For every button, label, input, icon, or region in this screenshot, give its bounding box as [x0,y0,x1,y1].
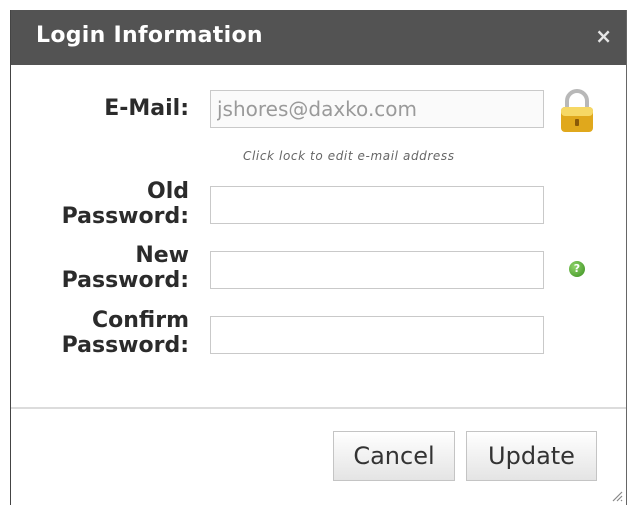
help-icon[interactable]: ? [569,261,585,277]
dialog-titlebar[interactable]: Login Information × [11,10,626,65]
close-icon[interactable]: × [595,24,612,48]
email-field[interactable] [210,90,544,128]
resize-handle[interactable] [611,490,623,502]
update-button[interactable]: Update [466,431,597,481]
new-password-label: New Password: [62,243,189,293]
confirm-password-field[interactable] [210,316,544,354]
new-password-label-line1: New [135,243,189,268]
confirm-password-label-line2: Password: [61,333,189,358]
old-password-label-line1: Old [147,179,189,204]
old-password-label: Old Password: [62,179,189,229]
old-password-label-line2: Password: [61,204,189,229]
padlock-icon[interactable] [557,88,597,134]
old-password-field[interactable] [210,186,544,224]
confirm-password-label-line1: Confirm [91,308,189,333]
lock-hint: Click lock to edit e-mail address [243,149,455,163]
new-password-field[interactable] [210,251,544,289]
footer-divider [11,407,626,409]
dialog-title: Login Information [36,23,263,48]
confirm-password-label: Confirm Password: [62,308,189,358]
cancel-button[interactable]: Cancel [333,431,455,481]
login-information-dialog: Login Information × E-Mail: Click lock t… [10,10,627,505]
new-password-label-line2: Password: [61,268,189,293]
email-label: E-Mail: [104,96,189,121]
